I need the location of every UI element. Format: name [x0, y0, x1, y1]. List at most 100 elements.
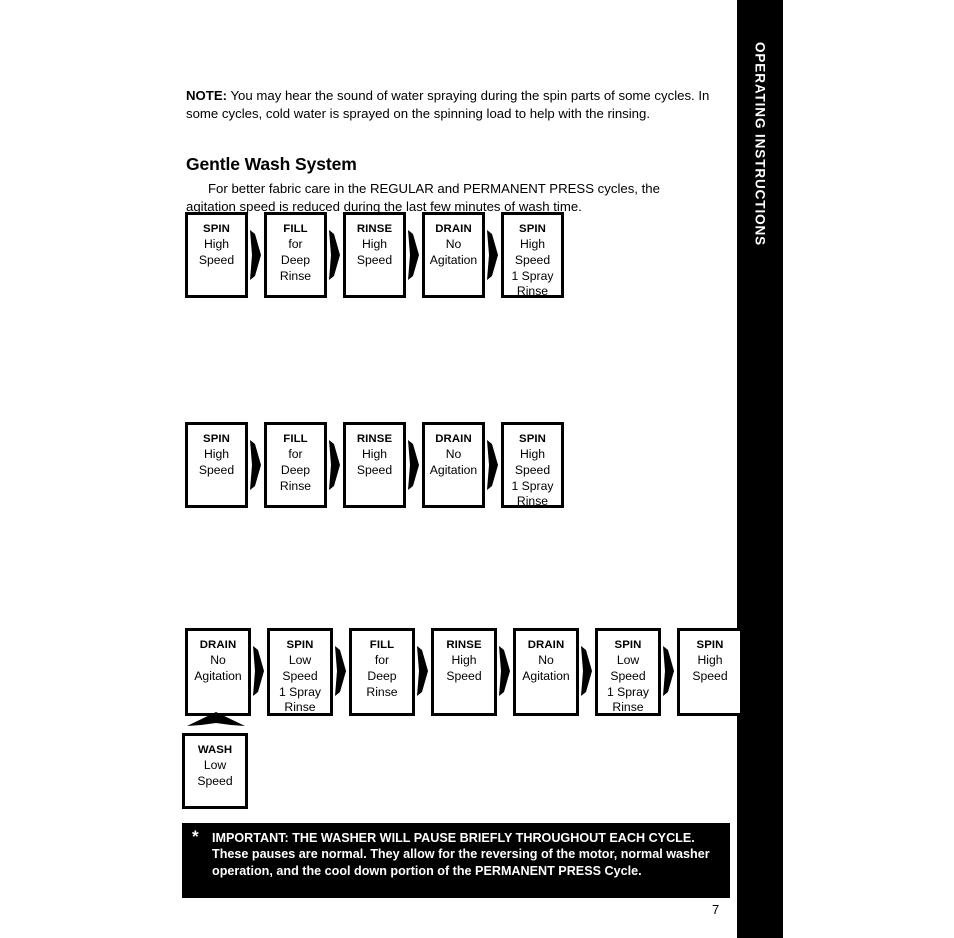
flow-box-line: 1 Spray: [511, 478, 554, 493]
flow-box-line: Rinse: [284, 700, 316, 715]
flow-box-line: Agitation: [429, 462, 478, 477]
flow-box-title: DRAIN: [435, 223, 472, 235]
flow-box-line: Speed: [446, 668, 482, 683]
flow-box-line: Speed: [514, 462, 551, 477]
section-thumb-tab: OPERATING INSTRUCTIONS: [737, 0, 783, 938]
flow-box-line: Speed: [282, 668, 318, 683]
flow-box-line: High: [361, 236, 388, 251]
flow-box: SPIN High Speed: [677, 628, 743, 716]
flow-box-line: Low: [203, 757, 227, 772]
right-arrow-icon: [497, 628, 513, 714]
flow-box: FILL for Deep Rinse: [264, 212, 327, 298]
flow-box-line: 1 Spray: [278, 684, 321, 699]
flow-box: RINSE High Speed: [343, 212, 406, 298]
flow-box-line: No: [538, 652, 554, 667]
flow-box-line: Speed: [356, 462, 393, 477]
note-paragraph: NOTE: You may hear the sound of water sp…: [186, 87, 710, 122]
flow-box-line: Rinse: [279, 268, 312, 283]
flow-box-line: Speed: [198, 462, 235, 477]
flow-box-title: DRAIN: [435, 433, 472, 445]
right-arrow-icon: [406, 212, 422, 298]
right-arrow-icon: [579, 628, 595, 714]
up-arrow-icon: [187, 712, 245, 735]
flow-box-title: FILL: [283, 433, 308, 445]
flow-box: FILL for Deep Rinse: [264, 422, 327, 508]
right-arrow-icon: [333, 628, 349, 714]
right-arrow-icon: [485, 212, 501, 298]
flow-box-line: High: [203, 236, 230, 251]
flow-box: DRAIN No Agitation: [513, 628, 579, 716]
flow-box-title: SPIN: [614, 639, 642, 651]
flow-box-line: Speed: [692, 668, 728, 683]
flow-box-line: No: [210, 652, 226, 667]
right-arrow-icon: [485, 422, 501, 508]
flow-box: RINSE High Speed: [431, 628, 497, 716]
flow-box: SPIN High Speed 1 Spray Rinse: [501, 212, 564, 298]
section-intro: For better fabric care in the REGULAR an…: [186, 181, 660, 214]
flow-box-line: No: [445, 446, 462, 461]
flow-box-line: High: [697, 652, 723, 667]
important-callout-text: IMPORTANT: THE WASHER WILL PAUSE BRIEFLY…: [212, 830, 722, 879]
flow-box-line: Deep: [280, 462, 311, 477]
flow-box-title: SPIN: [203, 223, 230, 235]
section-thumb-tab-label: OPERATING INSTRUCTIONS: [752, 42, 768, 247]
note-label: NOTE:: [186, 88, 228, 104]
important-callout: * IMPORTANT: THE WASHER WILL PAUSE BRIEF…: [182, 823, 730, 898]
flow-box-line: Low: [288, 652, 312, 667]
flow-box-line: for: [288, 446, 303, 461]
flow-box: DRAIN No Agitation: [422, 422, 485, 508]
flow-box-title: SPIN: [696, 639, 724, 651]
asterisk-icon: *: [192, 827, 199, 846]
flow-box-line: Rinse: [612, 700, 644, 715]
flow-box: SPIN High Speed: [185, 212, 248, 298]
cycle-flow-diagram-1: SPIN High Speed FILL for Deep Rinse RINSE High Sp…: [185, 212, 564, 298]
flow-box: FILL for Deep Rinse: [349, 628, 415, 716]
flow-box-line: Agitation: [194, 668, 242, 683]
right-arrow-icon: [415, 628, 431, 714]
flow-box: SPIN High Speed 1 Spray Rinse: [501, 422, 564, 508]
flow-box-line: Speed: [610, 668, 646, 683]
flow-box-line: No: [445, 236, 462, 251]
right-arrow-icon: [248, 212, 264, 298]
page-title: Gentle Wash System: [186, 153, 357, 174]
flow-box-title: DRAIN: [527, 639, 565, 651]
flow-box-line: for: [374, 652, 390, 667]
flow-box-title: SPIN: [519, 433, 546, 445]
flow-box: SPIN High Speed: [185, 422, 248, 508]
flow-box-line: Agitation: [522, 668, 570, 683]
flow-box-title: RINSE: [356, 223, 393, 235]
flow-box-line: High: [361, 446, 388, 461]
flow-box-line: Low: [616, 652, 640, 667]
flow-box-line: Rinse: [366, 684, 398, 699]
right-arrow-icon: [406, 422, 422, 508]
flow-box-line: 1 Spray: [606, 684, 649, 699]
flow-box-line: High: [519, 236, 546, 251]
flow-box-line: High: [451, 652, 477, 667]
cycle-flow-diagram-2: SPIN High Speed FILL for Deep Rinse RINSE High Sp…: [185, 422, 564, 508]
flow-box-title: SPIN: [519, 223, 546, 235]
right-arrow-icon: [251, 628, 267, 714]
flow-box-line: 1 Spray: [511, 268, 554, 283]
flow-box-title: SPIN: [203, 433, 230, 445]
flow-box: DRAIN No Agitation: [422, 212, 485, 298]
page-number: 7: [712, 902, 720, 917]
right-arrow-icon: [327, 422, 343, 508]
flow-box-line: Agitation: [429, 252, 478, 267]
cycle-flow-diagram-3: DRAIN No Agitation SPIN Low Speed 1 Spray Rinse…: [185, 628, 743, 716]
flow-box-line: Speed: [514, 252, 551, 267]
flow-box-title: RINSE: [356, 433, 393, 445]
flow-box: SPIN Low Speed 1 Spray Rinse: [267, 628, 333, 716]
flow-box-line: Deep: [367, 668, 397, 683]
flow-box: DRAIN No Agitation: [185, 628, 251, 716]
important-line-1: IMPORTANT: THE WASHER WILL PAUSE BRIEFLY…: [212, 831, 695, 845]
flow-box-line: High: [519, 446, 546, 461]
right-arrow-icon: [248, 422, 264, 508]
flow-box-line: Speed: [356, 252, 393, 267]
flow-box-line: High: [203, 446, 230, 461]
flow-box-line: Rinse: [279, 478, 312, 493]
manual-page: OPERATING INSTRUCTIONS NOTE: You may hea…: [0, 0, 954, 938]
flow-box-line: Rinse: [516, 284, 549, 299]
flow-box-title: FILL: [283, 223, 308, 235]
right-arrow-icon: [661, 628, 677, 714]
flow-box-title: WASH: [197, 744, 233, 756]
